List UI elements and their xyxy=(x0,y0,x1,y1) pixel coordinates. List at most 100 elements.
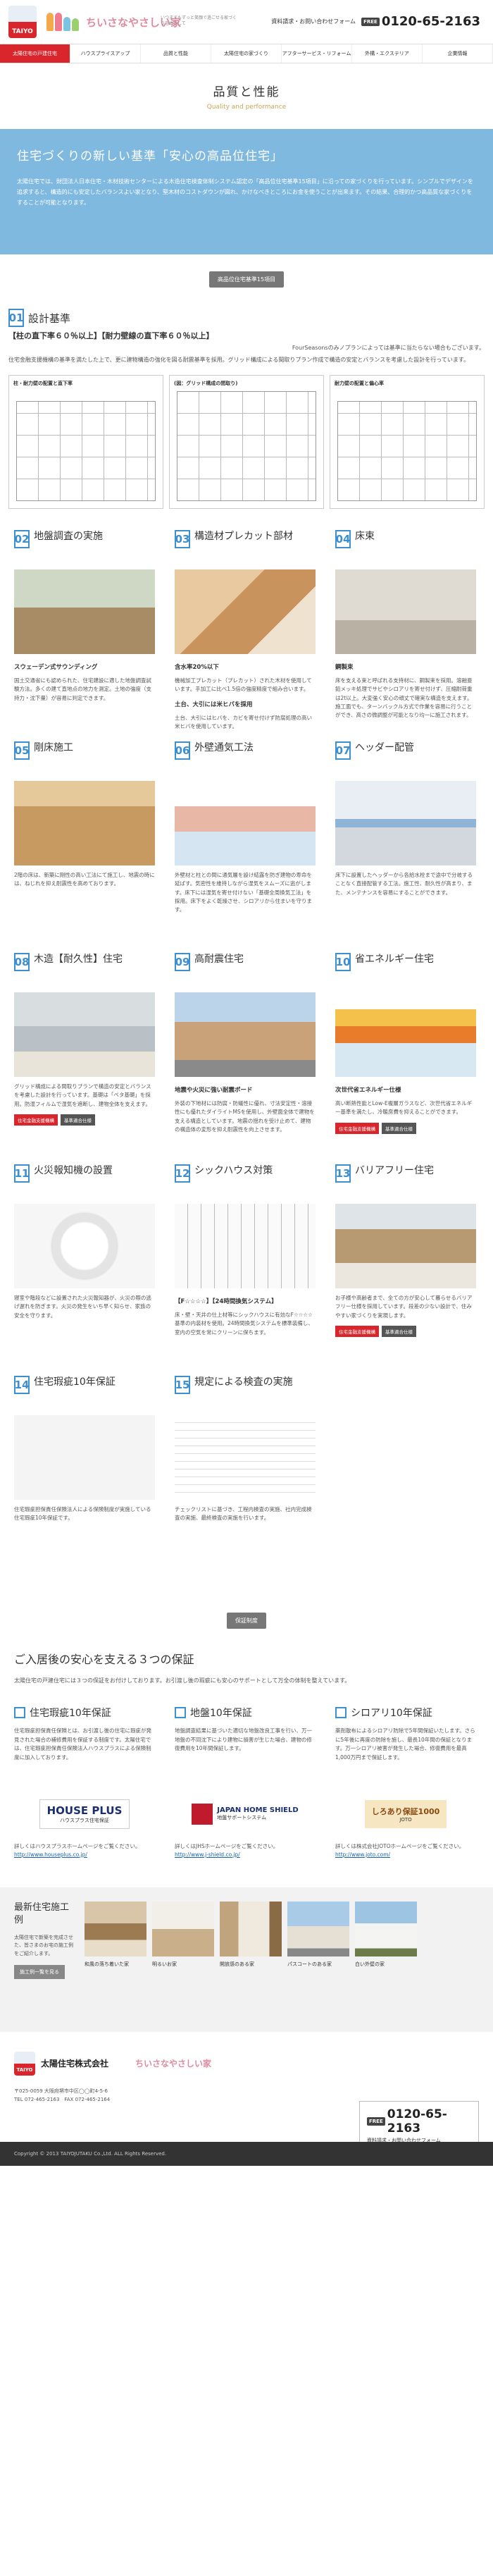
nav-item-after-service[interactable]: アフターサービス・リフォーム xyxy=(282,44,352,63)
checkbox-icon xyxy=(14,1706,25,1718)
item-description: 土台、大引にはヒバを、カビを寄せ付けず防腐処理の高い米ヒバを使用しています。 xyxy=(175,714,312,729)
standard-items-grid: 02 地盤調査の実施 スウェーデン式サウンディング 国土交通省にも認められた、住宅建設… xyxy=(14,529,493,1587)
warranty-label-text: 保証制度 xyxy=(227,1612,266,1629)
work-caption: パスコートのある家 xyxy=(287,1961,332,1967)
item-heading: 05 剛床施工 xyxy=(14,741,155,778)
warranty-item-title: 住宅瑕疵10年保証 xyxy=(30,1707,111,1719)
item-heading: 07 ヘッダー配管 xyxy=(335,741,476,778)
standard-item: 13 バリアフリー住宅 お子様や高齢者まで、全ての方が安心して暮らせるバリアフリー仕… xyxy=(335,1164,476,1376)
warranty-url[interactable]: http://www.houseplus.co.jp/ xyxy=(14,1851,87,1858)
address-line: 〒025-0059 大阪府堺市中区◯◯町4-5-6 xyxy=(14,2088,108,2094)
work-caption: 白い外壁の家 xyxy=(355,1961,385,1967)
standard-item: 04 床束 鋼製束 床を支える束と呼ばれる支持材に、鋼製束を採用。溶融亜鉛メッキ処理で… xyxy=(335,529,476,741)
standard-item: 14 住宅瑕疵10年保証 住宅瑕疵担保責任保険法人による保険制度が実施している住宅瑕… xyxy=(14,1375,155,1587)
item-heading: 11 火災報知機の設置 xyxy=(14,1164,155,1201)
warranty-url[interactable]: http://www.joto.com/ xyxy=(335,1851,390,1858)
nav-item-quality[interactable]: 品質と性能 xyxy=(141,44,211,63)
work-thumbnail[interactable]: 和風の落ち着いた家 xyxy=(85,1901,146,2018)
phone-text: 0120-65-2163 xyxy=(387,2107,447,2136)
work-thumbnail[interactable]: 明るいお家 xyxy=(152,1901,214,2018)
warranty-item-title: 地盤10年保証 xyxy=(190,1707,252,1719)
hero-title: 住宅づくりの新しい基準「安心の高品位住宅」 xyxy=(17,149,283,164)
work-photo xyxy=(287,1901,349,1956)
badge-group: 住宅金融支援機構 基準適合仕様 xyxy=(335,1122,476,1134)
item-number: 08 xyxy=(14,952,30,971)
nav-item-exterior[interactable]: 外構・エクステリア xyxy=(352,44,423,63)
item-description: 国土交通省にも認められた、住宅建設に適した地盤調査試験方法。多くの建て直地点の地… xyxy=(14,677,151,701)
work-thumbnail[interactable]: パスコートのある家 xyxy=(287,1901,349,2018)
standard-item: 03 構造材プレカット部材 含水率20%以下 機械加工プレカット（プレカット）された木… xyxy=(175,529,316,741)
item-description: 住宅瑕疵担保責任保険法人による保険制度が実施している住宅瑕疵10年保証です。 xyxy=(14,1505,151,1522)
item-heading: 13 バリアフリー住宅 xyxy=(335,1164,476,1201)
item-heading: 15 規定による検査の実施 xyxy=(175,1375,316,1412)
warranty-url[interactable]: http://www.j-shield.co.jp/ xyxy=(175,1851,240,1858)
item-photo xyxy=(175,992,316,1077)
badge-group: 住宅金融支援機構 基準適合仕様 xyxy=(335,1325,476,1337)
company-logo[interactable]: TAIYO xyxy=(8,6,37,38)
nav-item-company[interactable]: 企業情報 xyxy=(423,44,493,63)
section-label: 高品位住宅基準15項目 xyxy=(0,271,493,288)
item-title: 省エネルギー住宅 xyxy=(355,953,434,965)
item-number: 11 xyxy=(14,1164,30,1183)
phone-text: 0120-65-2163 xyxy=(381,14,480,29)
joto-logo[interactable]: しろあり保証1000 JOTO xyxy=(335,1793,476,1835)
item-title: 床束 xyxy=(355,530,375,542)
nav-item-homes[interactable]: 太陽住宅の戸建住宅 xyxy=(0,44,70,63)
item-description: チェックリストに基づき、工程内検査の実施、社内完成検査の実施、最終検査の実施を行… xyxy=(175,1505,312,1522)
panel-label: (図：グリッド構成の間取り) xyxy=(174,380,238,386)
logo-text: TAIYO xyxy=(12,28,33,35)
item-heading: 08 木造【耐久性】住宅 xyxy=(14,952,155,990)
contact-form-link[interactable]: 資料請求・お問い合わせフォーム xyxy=(271,18,356,25)
warranty-item-desc: 薬剤散布によるシロアリ防除で5年間保証いたします。さらに5年後に再度の防除を施し… xyxy=(335,1727,475,1761)
jhs-logo[interactable]: JAPAN HOME SHIELD 地盤サポートシステム xyxy=(175,1793,316,1835)
work-thumbnail[interactable]: 開放感のある家 xyxy=(220,1901,282,2018)
warranty-link-text: 詳しくは株式会社JOTOホームページをご覧ください。 xyxy=(335,1842,465,1849)
main-nav: 太陽住宅の戸建住宅 ハウスプライスアップ 品質と性能 太陽住宅の家づくり アフタ… xyxy=(0,44,493,63)
freedial-icon: FREE xyxy=(361,17,380,26)
item-description: グリッド構成による間取りプランで構造の安定とバランスを考慮した設計を行っています… xyxy=(14,1083,151,1107)
hero-banner: 住宅づくりの新しい基準「安心の高品位住宅」 太陽住宅では、財団法人日本住宅・木材… xyxy=(0,129,493,254)
item-heading: 02 地盤調査の実施 xyxy=(14,529,155,567)
nav-item-house-making[interactable]: 太陽住宅の家づくり xyxy=(211,44,282,63)
diagram-panel: (図：グリッド構成の間取り) xyxy=(169,374,324,509)
item-description: 外装の下地材には防腐・防蟻性に優れ、寸法安定性・溶接性にも優れたダイライトMSを… xyxy=(175,1099,315,1133)
works-thumbnails: 和風の落ち着いた家 明るいお家 開放感のある家 パスコートのある家 白い外壁の家 xyxy=(85,1901,417,2018)
logo-subtext: 地盤サポートシステム xyxy=(217,1815,267,1821)
item-description: 床下に設置したヘッダーから各給水栓まで途中で分岐することなく直接配管する工法。施… xyxy=(335,871,473,896)
works-list-button[interactable]: 施工例一覧を見る xyxy=(14,1964,65,1979)
hero-text: 太陽住宅では、財団法人日本住宅・木材技術センターによる木造住宅検査体制システム認… xyxy=(17,178,473,207)
item-photo xyxy=(14,1203,155,1288)
certification-badge: 基準適合仕様 xyxy=(382,1325,416,1337)
item-title: 規定による検査の実施 xyxy=(194,1376,293,1388)
item-number: 03 xyxy=(175,529,190,548)
footer: TAIYO 太陽住宅株式会社 ちいさなやさしい家 〒025-0059 大阪府堺市… xyxy=(0,2032,493,2166)
certification-badge: 住宅金融支援機構 xyxy=(14,1114,58,1126)
work-photo xyxy=(152,1901,214,1956)
item-photo xyxy=(14,569,155,654)
item-number: 01 xyxy=(8,309,24,327)
houseplus-logo[interactable]: HOUSE PLUS ハウスプラス住宅保証 xyxy=(14,1793,155,1835)
item-description: 住宅金融支援機構の基準を満たした上で、更に建物構造の強化を図る耐震基準を採用。グ… xyxy=(8,357,470,363)
work-thumbnail[interactable]: 白い外壁の家 xyxy=(355,1901,417,2018)
item-photo xyxy=(175,569,316,654)
footer-brand[interactable]: TAIYO 太陽住宅株式会社 ちいさなやさしい家 xyxy=(14,2051,479,2076)
standard-item: 08 木造【耐久性】住宅グリッド構成による間取りプランで構造の安定とバランスを考慮… xyxy=(14,952,155,1164)
logo-subtext: JOTO xyxy=(399,1816,412,1823)
nav-item-price-up[interactable]: ハウスプライスアップ xyxy=(70,44,141,63)
item-description: 床・壁・天井の仕上材等にシックハウスに有効なF☆☆☆☆基準の内装材を使用。24時… xyxy=(175,1311,313,1336)
item-heading: 09 高耐震住宅 xyxy=(175,952,316,990)
item-subtitle: 【柱の直下率６０％以上】【耐力壁線の直下率６０％以上】 xyxy=(8,331,214,340)
page-header: 品質と性能 Quality and performance xyxy=(0,63,493,129)
item-description: 寝室や階段などに設置された火災報知器が、火災の際の逃げ遅れを防ぎます。火災の発生… xyxy=(14,1294,151,1319)
logo-subtext: ハウスプラス住宅保証 xyxy=(60,1817,109,1823)
warranty-item: シロアリ10年保証 薬剤散布によるシロアリ防除で5年間保証いたします。さらに5年… xyxy=(335,1706,476,1859)
phone-number[interactable]: FREE 0120-65-2163 xyxy=(361,14,480,29)
warranty-label: 保証制度 xyxy=(0,1612,493,1629)
header: TAIYO ちいさなやさしい家 いつまでもずっと笑顔で過ごせる家づくりをめざして… xyxy=(0,0,493,44)
item-caption: 鋼製束 xyxy=(335,663,354,671)
item-description: 機械加工プレカット（プレカット）された木材を使用しています。手加工に比べ1.5倍… xyxy=(175,677,312,693)
work-caption: 和風の落ち着いた家 xyxy=(85,1961,129,1967)
item-photo xyxy=(175,1203,316,1288)
item-caption: 含水率20%以下 xyxy=(175,663,219,671)
floorplan-diagram xyxy=(16,400,156,501)
